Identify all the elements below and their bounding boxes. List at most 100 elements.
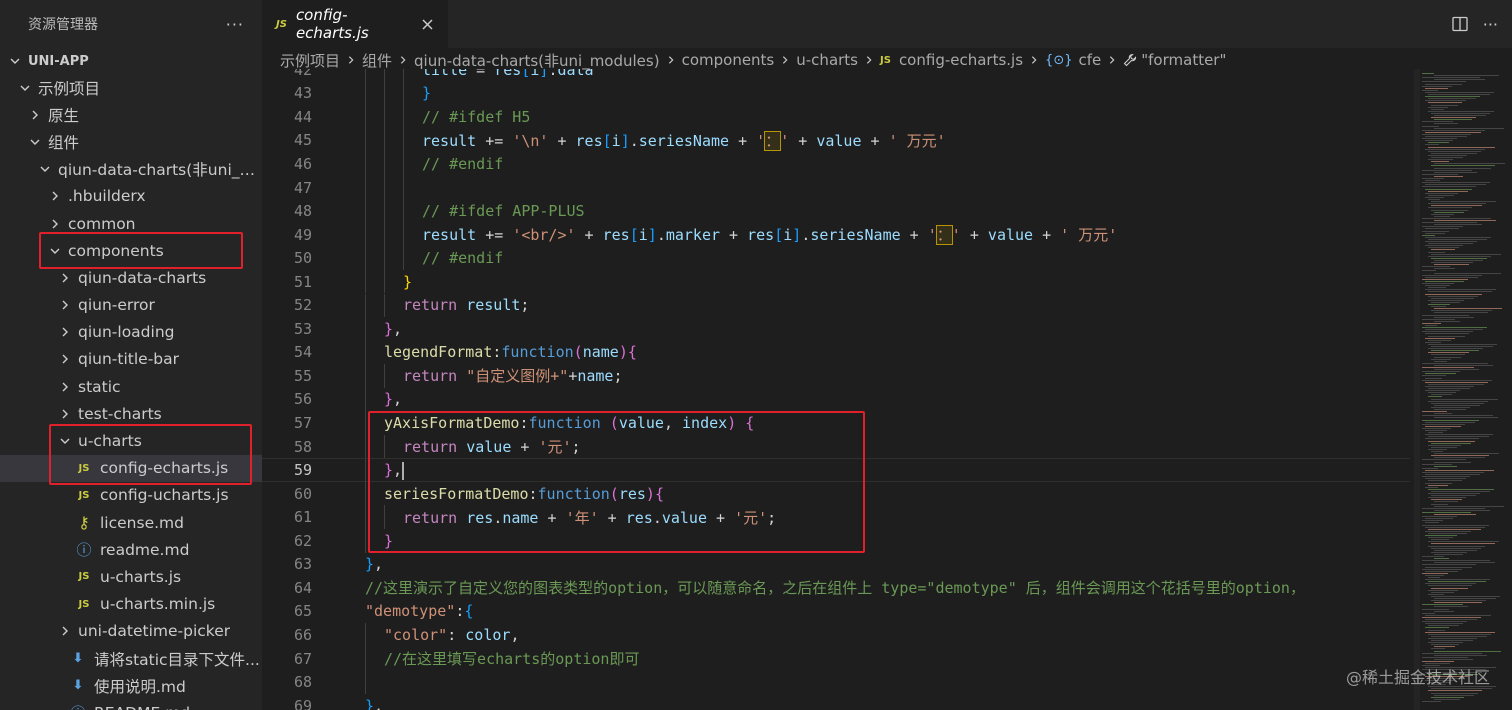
tree-item[interactable]: static [0, 373, 262, 400]
code-token: // #endif [422, 154, 504, 173]
breadcrumb-item[interactable]: components [682, 51, 775, 69]
breadcrumb-item[interactable]: 组件 [362, 50, 392, 71]
minimap-line [1431, 117, 1476, 119]
tab-config-echarts[interactable]: JS config-echarts.js [262, 0, 448, 48]
code-line[interactable]: 57 yAxisFormatDemo:function (value, index… [262, 411, 1410, 435]
indent-guide [365, 529, 366, 553]
minimap-line [1434, 171, 1477, 173]
breadcrumb-property[interactable]: "formatter" [1141, 51, 1226, 69]
tree-item-label: 原生 [48, 106, 80, 125]
code-token: ( [573, 343, 583, 362]
tree-item[interactable]: .hbuilderx [0, 183, 262, 210]
tree-item-label: qiun-title-bar [78, 350, 179, 369]
code-token: ] [792, 226, 802, 245]
tree-item[interactable]: qiun-error [0, 292, 262, 319]
tree-item[interactable]: u-charts [0, 427, 262, 454]
minimap-line [1422, 656, 1468, 658]
minimap-line [1425, 192, 1458, 194]
code-line[interactable]: 62} [262, 529, 1410, 553]
minimap-line [1422, 266, 1450, 268]
tree-item[interactable]: JS u-charts.min.js [0, 591, 262, 618]
minimap-line [1422, 274, 1482, 276]
tree-item[interactable]: components [0, 237, 262, 264]
js-file-icon: JS [78, 489, 90, 501]
indent-guide [384, 152, 385, 176]
code-line[interactable]: 49 result += '<br/>' + res[i].marker + re… [262, 222, 1410, 247]
tree-item[interactable]: common [0, 210, 262, 237]
minimap-line [1425, 280, 1464, 282]
breadcrumb-item[interactable]: qiun-data-charts(非uni_modules) [414, 50, 660, 71]
workspace-section-header[interactable]: UNI-APP [0, 48, 262, 74]
breadcrumb-item[interactable]: u-charts [796, 51, 858, 69]
tree-item[interactable]: JS config-ucharts.js [0, 482, 262, 509]
tree-item[interactable]: ⓘ readme.md [0, 536, 262, 563]
tree-item[interactable]: JS u-charts.js [0, 563, 262, 590]
code-editor[interactable]: 42 title = res[i].data 43} 44// #ifdef H5 45… [262, 69, 1410, 710]
code-token: function [537, 484, 610, 503]
code-line[interactable]: 65 "demotype":{ [262, 600, 1410, 624]
minimap-line [1428, 532, 1467, 534]
code-line[interactable]: 56}, [262, 387, 1410, 412]
info-file-icon: ⓘ [70, 702, 86, 710]
code-text: // #ifdef APP-PLUS [422, 202, 585, 220]
minimap-line [1422, 77, 1480, 79]
code-line[interactable]: 69}, [262, 694, 1410, 710]
breadcrumb-file[interactable]: config-echarts.js [899, 51, 1023, 69]
minimap-line [1428, 444, 1461, 446]
tree-item[interactable]: 原生 [0, 101, 262, 128]
tree-item[interactable]: qiun-loading [0, 319, 262, 346]
code-line[interactable]: 43} [262, 81, 1410, 106]
code-line[interactable]: 64 //这里演示了自定义您的图表类型的option，可以随意命名，之后在组件上 … [262, 576, 1410, 600]
more-actions-icon[interactable]: ··· [226, 15, 244, 34]
tree-item[interactable]: qiun-title-bar [0, 346, 262, 373]
minimap-line [1425, 180, 1440, 182]
breadcrumb-symbol[interactable]: cfe [1078, 51, 1101, 69]
code-line[interactable]: 42 title = res[i].data [262, 69, 1410, 82]
code-line[interactable]: 67 //在这里填写echarts的option即可 [262, 646, 1410, 671]
minimap-line [1428, 335, 1465, 337]
code-line[interactable]: 63}, [262, 553, 1410, 577]
code-line[interactable]: 66 "color": color, [262, 623, 1410, 647]
tree-item[interactable]: ⬇ 使用说明.md [0, 672, 262, 699]
minimap-line [1422, 178, 1444, 179]
more-actions-icon[interactable]: ··· [1483, 15, 1498, 34]
code-line[interactable]: 45 result += '\n' + res[i].seriesName + '… [262, 128, 1410, 153]
code-line[interactable]: 58 return value + '元'; [262, 434, 1410, 459]
code-line[interactable]: 68 [262, 670, 1410, 694]
tree-item[interactable]: ⬇ 请将static目录下文件... [0, 645, 262, 672]
code-line[interactable]: 59}, [262, 458, 1410, 483]
tree-item[interactable]: ⚷ license.md [0, 509, 262, 536]
code-line[interactable]: 52 return result; [262, 293, 1410, 318]
code-line[interactable]: 50 // #endif [262, 246, 1410, 270]
minimap[interactable] [1420, 69, 1512, 710]
code-token: ' 万元' [888, 131, 946, 150]
code-line[interactable]: 53}, [262, 317, 1410, 341]
code-line[interactable]: 47 [262, 175, 1410, 200]
js-file-icon: JS [78, 571, 90, 583]
code-line[interactable]: 44 // #ifdef H5 [262, 105, 1410, 129]
split-editor-icon[interactable] [1451, 15, 1469, 33]
line-number: 46 [293, 154, 312, 173]
tree-item[interactable]: 组件 [0, 128, 262, 155]
tree-item[interactable]: test-charts [0, 400, 262, 427]
code-line[interactable]: 48 // #ifdef APP-PLUS [262, 199, 1410, 223]
close-icon[interactable] [416, 13, 438, 35]
code-line[interactable]: 61 return res.name + '年' + res.value + '元… [262, 505, 1410, 529]
tree-item-label: README.md [94, 704, 190, 710]
code-line[interactable]: 54 legendFormat:function(name){ [262, 340, 1410, 365]
tree-item[interactable]: uni-datetime-picker [0, 618, 262, 645]
minimap-line [1425, 140, 1453, 142]
breadcrumb-item[interactable]: 示例项目 [280, 50, 340, 71]
tree-item[interactable]: JS config-echarts.js [0, 454, 262, 482]
tree-item[interactable]: 示例项目 [0, 74, 262, 101]
code-line[interactable]: 51} [262, 269, 1410, 294]
code-line[interactable]: 46 // #endif [262, 152, 1410, 176]
tree-item[interactable]: qiun-data-charts(非uni_m... [0, 156, 262, 183]
minimap-line [1431, 640, 1473, 641]
minimap-line [1431, 543, 1495, 545]
tree-item[interactable]: qiun-data-charts [0, 264, 262, 291]
code-line[interactable]: 55 return "自定义图例+"+name; [262, 364, 1410, 388]
tree-item[interactable]: ⓘ README.md [0, 699, 262, 710]
minimap-line [1425, 385, 1474, 387]
code-line[interactable]: 60 seriesFormatDemo:function(res){ [262, 481, 1410, 506]
